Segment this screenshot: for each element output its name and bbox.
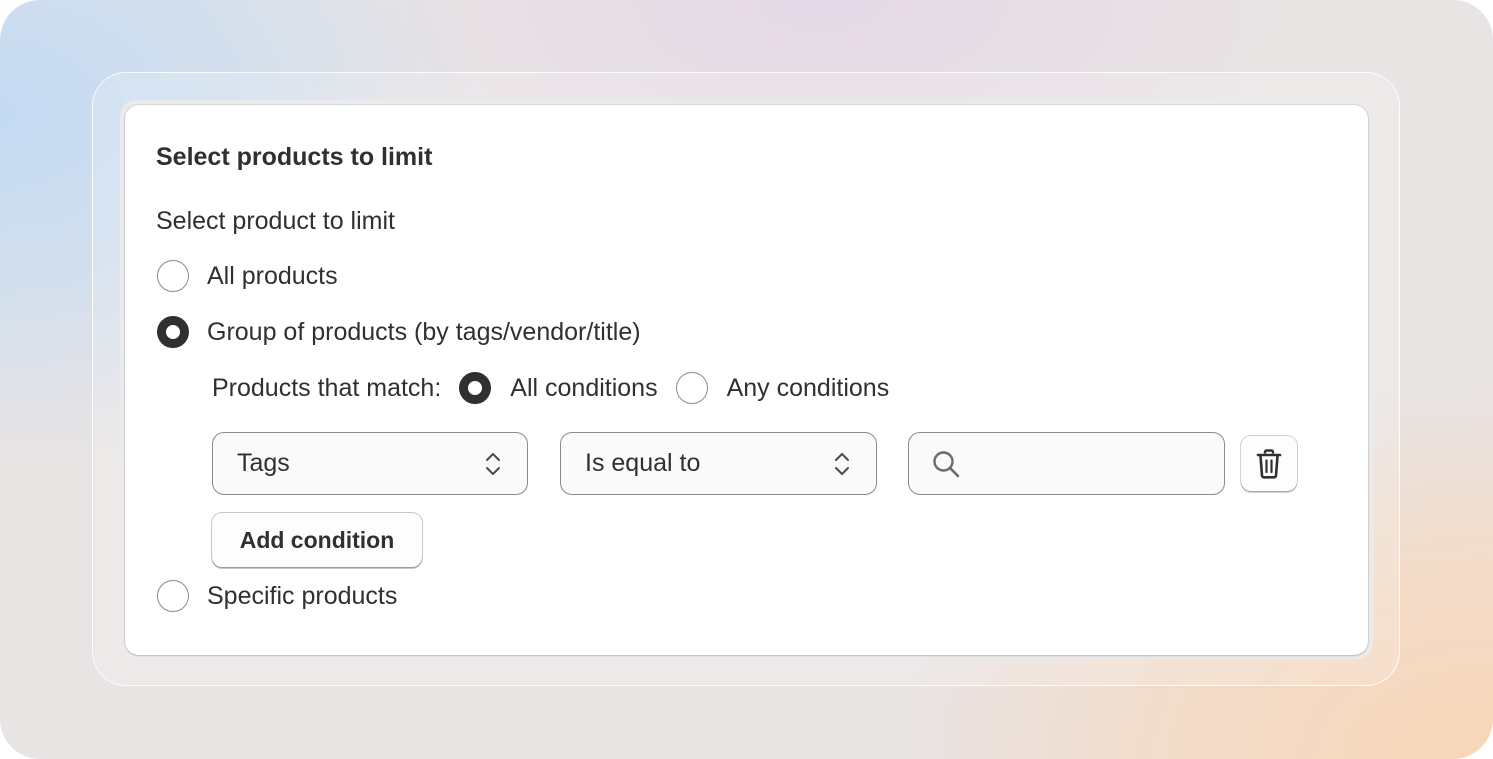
delete-condition-button[interactable] <box>1241 436 1297 491</box>
radio-label-all-conditions: All conditions <box>510 373 658 402</box>
select-products-card: Select products to limit Select product … <box>125 105 1368 655</box>
radio-option-all-products[interactable]: All products <box>157 260 338 292</box>
condition-value-search-field[interactable] <box>908 432 1225 495</box>
search-icon <box>933 451 960 478</box>
radio-all-conditions[interactable] <box>459 372 492 404</box>
radio-label-specific-products: Specific products <box>207 581 398 610</box>
match-conditions-row: Products that match: All conditions Any … <box>212 372 907 404</box>
condition-field-value: Tags <box>237 449 290 477</box>
section-label: Select product to limit <box>156 207 395 235</box>
chevron-up-down-icon <box>486 452 500 475</box>
chevron-up-down-icon <box>835 452 849 475</box>
radio-label-group-of-products: Group of products (by tags/vendor/title) <box>207 317 641 346</box>
condition-operator-select[interactable]: Is equal to <box>560 432 877 495</box>
radio-label-any-conditions: Any conditions <box>726 373 890 402</box>
radio-option-group-of-products[interactable]: Group of products (by tags/vendor/title) <box>157 316 641 348</box>
radio-specific-products[interactable] <box>157 580 189 612</box>
condition-value-input[interactable] <box>969 441 1213 487</box>
radio-label-all-products: All products <box>207 261 338 290</box>
card-title: Select products to limit <box>156 143 433 171</box>
radio-option-specific-products[interactable]: Specific products <box>157 580 397 612</box>
condition-operator-value: Is equal to <box>585 449 701 477</box>
add-condition-button[interactable]: Add condition <box>212 513 422 567</box>
match-label: Products that match: <box>212 373 442 402</box>
trash-icon <box>1256 448 1282 479</box>
condition-field-select[interactable]: Tags <box>212 432 528 495</box>
radio-all-products[interactable] <box>157 260 189 292</box>
radio-group-of-products[interactable] <box>157 316 189 348</box>
radio-any-conditions[interactable] <box>675 372 708 404</box>
